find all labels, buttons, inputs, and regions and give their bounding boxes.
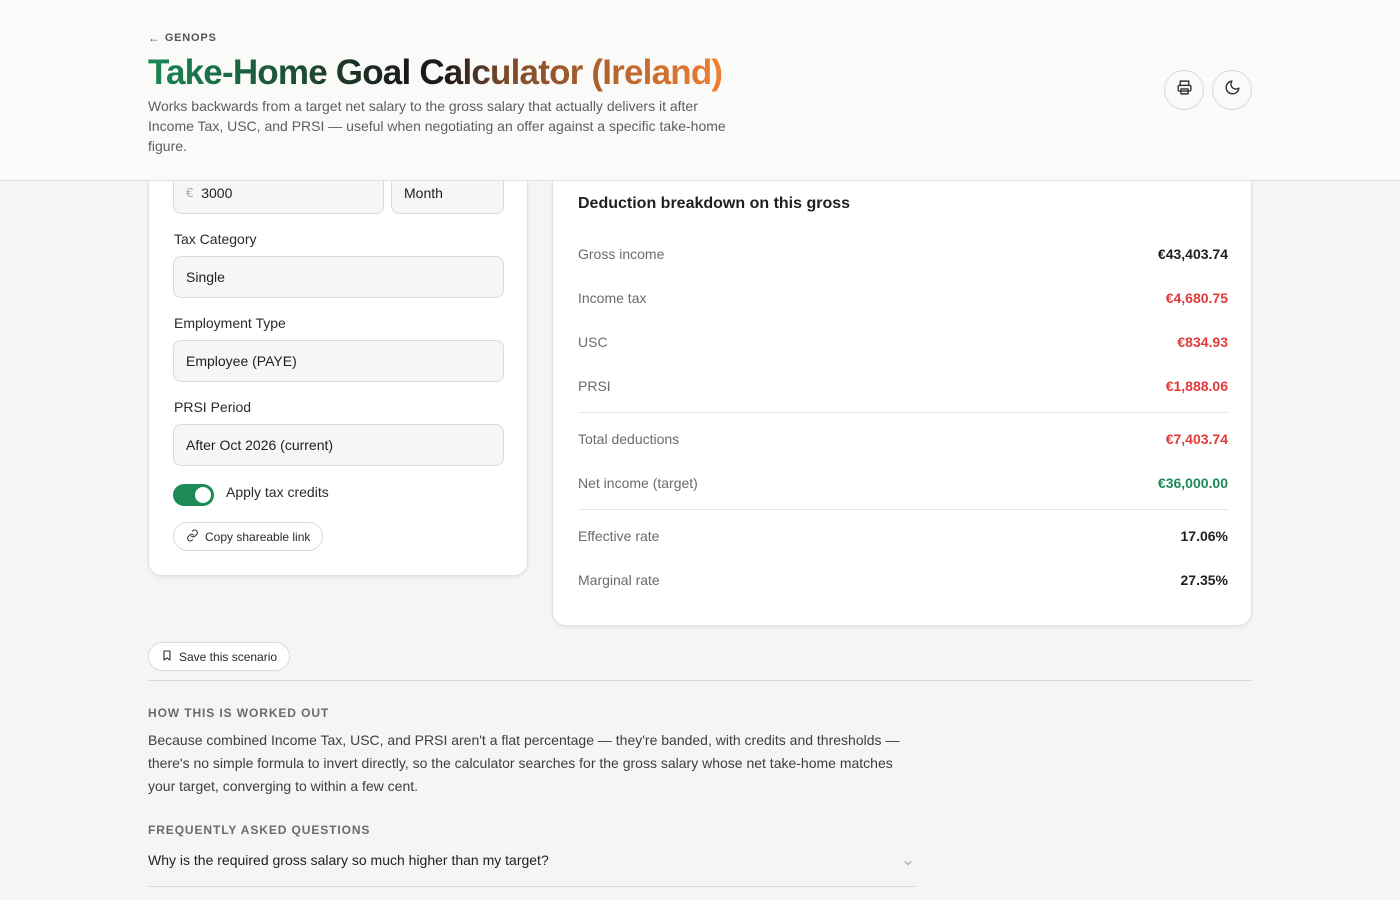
breakdown-row-effective-rate: Effective rate 17.06% <box>578 526 1228 546</box>
employment-type-label: Employment Type <box>174 315 286 331</box>
section-divider <box>148 680 1252 681</box>
apply-credits-toggle[interactable] <box>173 484 214 506</box>
breakdown-row-gross: Gross income €43,403.74 <box>578 244 1228 264</box>
faq-heading: FREQUENTLY ASKED QUESTIONS <box>148 823 371 837</box>
target-amount-value: 3000 <box>201 184 233 201</box>
tax-category-select[interactable]: Single <box>173 256 504 298</box>
tax-category-value: Single <box>186 269 225 285</box>
input-card: € 3000 Month Tax Category Single Employm… <box>148 140 528 576</box>
breakdown-label: Gross income <box>578 246 665 262</box>
currency-symbol: € <box>186 185 194 200</box>
breakdown-value: €43,403.74 <box>1157 246 1228 262</box>
apply-credits-label: Apply tax credits <box>226 484 329 500</box>
toggle-knob <box>195 487 211 503</box>
tax-category-label: Tax Category <box>174 231 257 247</box>
breakdown-value: 17.06% <box>1180 528 1228 544</box>
bookmark-icon <box>161 649 173 665</box>
save-scenario-label: Save this scenario <box>179 649 278 664</box>
faq-question: Why is the required gross salary so much… <box>148 852 549 868</box>
breakdown-row-total-deductions: Total deductions €7,403.74 <box>578 429 1228 449</box>
breakdown-label: Income tax <box>578 290 647 306</box>
save-scenario-button[interactable]: Save this scenario <box>148 642 291 671</box>
breakdown-value: €834.93 <box>1177 334 1228 350</box>
page-title: Take-Home Goal Calculator (Ireland) <box>148 53 723 92</box>
breakdown-value: €36,000.00 <box>1157 475 1228 491</box>
breakdown-card: Deduction breakdown on this gross Gross … <box>552 140 1252 626</box>
page-subtitle: Works backwards from a target net salary… <box>148 98 726 154</box>
breakdown-row-income-tax: Income tax €4,680.75 <box>578 288 1228 308</box>
employment-type-value: Employee (PAYE) <box>186 353 297 369</box>
breakdown-label: Marginal rate <box>578 572 660 588</box>
print-button[interactable] <box>1164 70 1204 110</box>
breakdown-row-prsi: PRSI €1,888.06 <box>578 376 1228 396</box>
breakdown-value: €4,680.75 <box>1165 290 1228 306</box>
prsi-period-select[interactable]: After Oct 2026 (current) <box>173 424 504 466</box>
back-link-label: GENOPS <box>164 32 217 44</box>
faq-item[interactable]: Why is the required gross salary so much… <box>148 852 916 887</box>
printer-icon <box>1176 79 1193 101</box>
breakdown-value: €1,888.06 <box>1165 378 1228 394</box>
breakdown-row-net-income: Net income (target) €36,000.00 <box>578 473 1228 493</box>
breakdown-divider <box>578 509 1228 510</box>
breakdown-divider <box>578 412 1228 413</box>
how-explanation: Because combined Income Tax, USC, and PR… <box>148 732 900 794</box>
link-icon <box>186 529 199 545</box>
copy-link-button[interactable]: Copy shareable link <box>173 522 324 551</box>
breakdown-label: USC <box>578 334 608 350</box>
breakdown-row-usc: USC €834.93 <box>578 332 1228 352</box>
employment-type-select[interactable]: Employee (PAYE) <box>173 340 504 382</box>
breakdown-label: PRSI <box>578 378 611 394</box>
moon-icon <box>1224 79 1241 101</box>
how-heading: HOW THIS IS WORKED OUT <box>148 706 330 720</box>
breakdown-label: Total deductions <box>578 431 680 447</box>
breakdown-value: €7,403.74 <box>1165 431 1228 447</box>
theme-toggle-button[interactable] <box>1212 70 1252 110</box>
copy-link-label: Copy shareable link <box>205 529 311 544</box>
prsi-period-value: After Oct 2026 (current) <box>186 437 334 453</box>
arrow-left-icon: ← <box>148 31 161 45</box>
breakdown-label: Net income (target) <box>578 475 698 491</box>
page-header: ← GENOPS Take-Home Goal Calculator (Irel… <box>0 0 1400 181</box>
back-link[interactable]: ← GENOPS <box>148 31 217 45</box>
period-value: Month <box>404 184 443 201</box>
prsi-period-label: PRSI Period <box>174 399 252 415</box>
breakdown-value: 27.35% <box>1180 572 1228 588</box>
breakdown-title: Deduction breakdown on this gross <box>578 195 851 212</box>
chevron-down-icon <box>902 856 914 886</box>
breakdown-row-marginal-rate: Marginal rate 27.35% <box>578 570 1228 590</box>
breakdown-label: Effective rate <box>578 528 660 544</box>
